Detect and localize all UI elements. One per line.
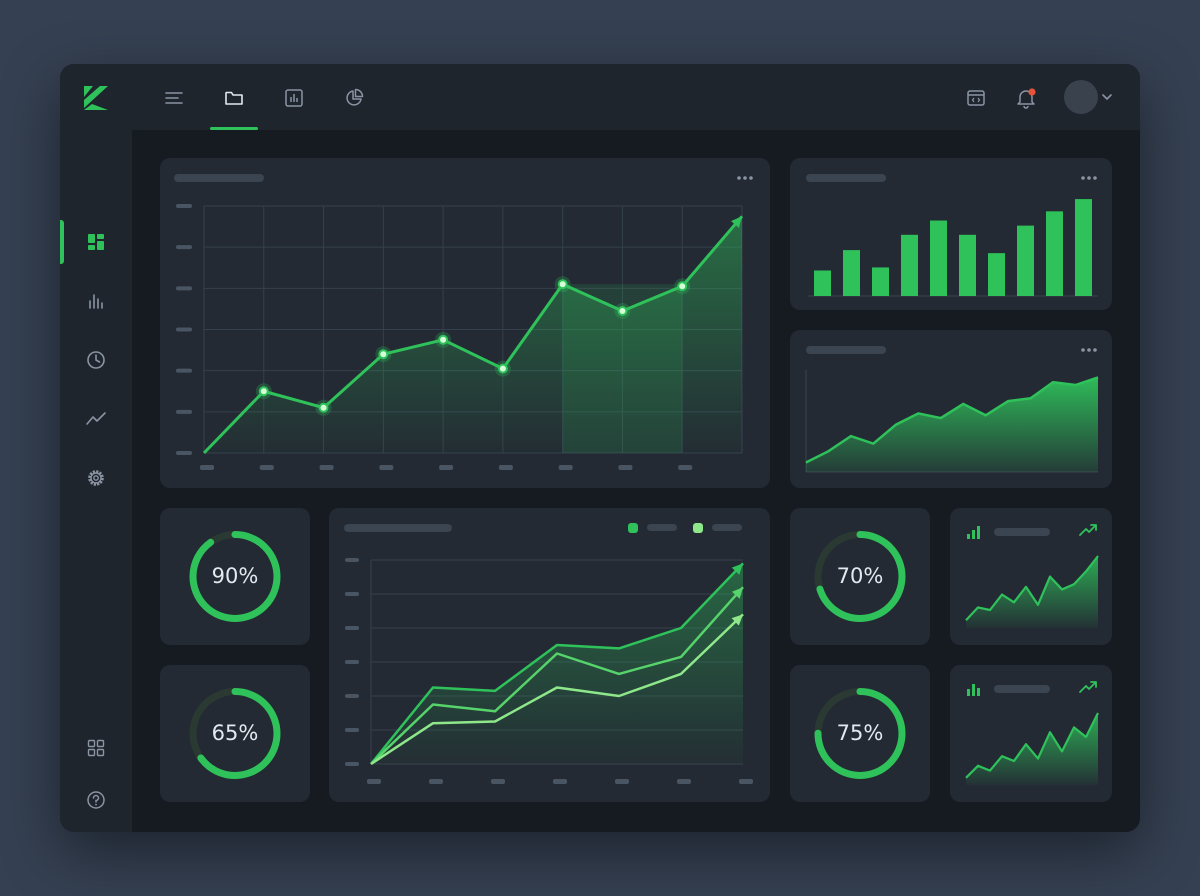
x-tick-label [429,779,443,784]
x-tick-label [615,779,629,784]
top-bar [60,64,1140,130]
notification-dot [1028,88,1036,96]
area-fill [966,713,1098,785]
y-tick-label [345,762,359,766]
x-tick-label [367,779,381,784]
gauge-value: 70% [836,564,884,588]
data-point [677,281,688,292]
data-point [378,349,389,360]
data-point [557,279,568,290]
y-tick-label [345,592,359,596]
data-point [438,334,449,345]
x-tick-label [319,465,334,470]
dashboard-icon[interactable] [83,229,109,255]
gauge-value: 65% [211,721,259,745]
sparkline-chart [965,712,1099,785]
sparkline-chart [965,555,1099,628]
gauge-value: 75% [836,721,884,745]
bar-chart-icon[interactable] [83,288,109,314]
multi-line-chart [345,558,753,784]
avatar[interactable] [1064,80,1098,114]
x-tick-label [558,465,573,470]
clock-icon[interactable] [83,347,109,373]
x-tick-label [739,779,753,784]
y-tick-label [176,409,192,414]
y-tick-label [345,728,359,732]
bar-chart [808,199,1098,297]
x-tick-label [677,779,691,784]
help-icon[interactable] [83,787,109,813]
bar-chart-card [790,158,1112,310]
bar [843,250,860,296]
dashboard-window: 90% 65% 70% 75% [60,64,1140,832]
sidebar-active-indicator [60,220,64,264]
y-tick-label [345,558,359,562]
sidebar [60,130,132,832]
gauge-value: 90% [211,564,259,588]
bar-chart-icon[interactable] [280,84,308,112]
area-fill [966,556,1098,628]
gauge-card-2: 65% [160,665,310,802]
content-area: 90% 65% 70% 75% [132,130,1140,832]
area-fill [371,563,743,764]
bar [872,267,889,296]
y-tick-label [345,626,359,630]
y-tick-label [176,204,192,208]
bar [988,253,1005,296]
x-tick-label [379,465,394,470]
bar [814,270,831,296]
gauge-card-4: 75% [790,665,930,802]
y-tick-label [176,286,192,291]
data-point [258,386,269,397]
logo-icon [82,84,110,112]
x-tick-label [678,465,693,470]
area-fill [806,377,1098,472]
bar [959,234,976,296]
folder-icon[interactable] [220,84,248,112]
area-chart [805,370,1099,473]
data-point [497,363,508,374]
x-tick-label [498,465,513,470]
menu-icon[interactable] [160,84,188,112]
area-chart-card [790,330,1112,488]
spark-card-2 [950,665,1112,802]
x-tick-label [553,779,567,784]
x-tick-label [259,465,274,470]
y-tick-label [345,660,359,664]
data-point [617,305,628,316]
y-tick-label [176,327,192,332]
bar [930,220,947,296]
grid-icon[interactable] [83,735,109,761]
gauge-card-1: 90% [160,508,310,645]
data-point [318,402,329,413]
x-tick-label [200,465,214,470]
x-tick-label [618,465,633,470]
bell-icon[interactable] [1012,84,1040,112]
multi-line-chart-card [329,508,770,802]
y-tick-label [176,368,192,373]
chevron-down-icon[interactable] [1100,90,1114,104]
pie-chart-icon[interactable] [340,84,368,112]
bar [1017,225,1034,296]
bar [1075,199,1092,296]
y-tick-label [176,451,192,455]
x-tick-label [491,779,505,784]
y-tick-label [176,245,192,250]
gauge-card-3: 70% [790,508,930,645]
trend-icon[interactable] [83,406,109,432]
main-line-chart [176,204,744,470]
y-tick-label [345,694,359,698]
settings-icon[interactable] [83,465,109,491]
x-tick-label [439,465,454,470]
bar [1046,211,1063,296]
spark-card-1 [950,508,1112,645]
bar [901,234,918,296]
code-window-icon[interactable] [962,84,990,112]
main-chart-card [160,158,770,488]
